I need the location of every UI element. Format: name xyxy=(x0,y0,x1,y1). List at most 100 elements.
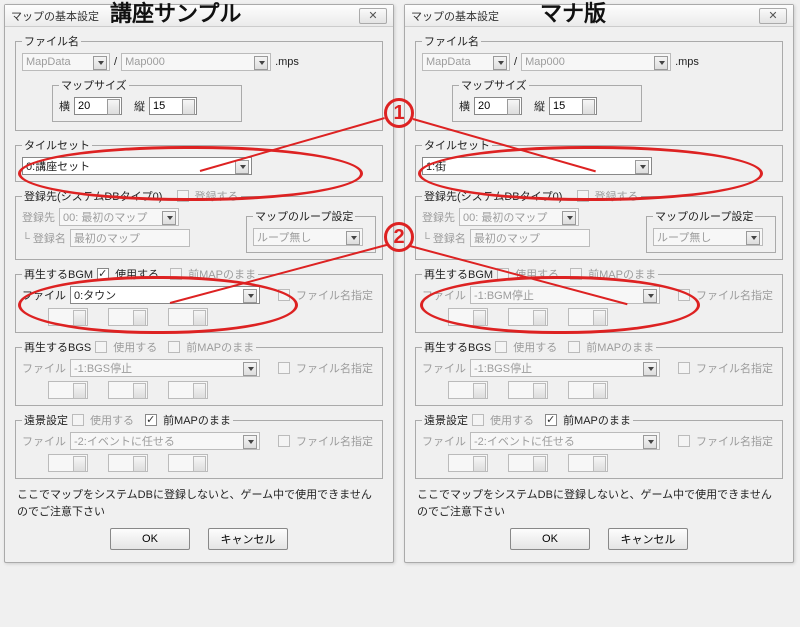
label-mapsize: マップサイズ xyxy=(459,77,529,93)
close-icon: ✕ xyxy=(368,9,377,22)
titlebar: マップの基本設定 ✕ xyxy=(405,5,793,27)
label-prev: 前MAPのまま xyxy=(588,266,656,282)
spin-bgm-2[interactable] xyxy=(508,308,548,326)
cancel-button[interactable]: キャンセル xyxy=(608,528,688,550)
label-file: ファイル xyxy=(22,287,66,303)
spin-width[interactable]: 20 xyxy=(474,97,522,115)
spin-bgm-3[interactable] xyxy=(568,308,608,326)
combo-tileset[interactable]: 0:講座セット xyxy=(22,157,252,175)
combo-loop[interactable]: ループ無し xyxy=(253,228,363,246)
group-register: 登録先(システムDBタイプ0) 登録する 登録先 00: 最初のマップ └ 登 xyxy=(415,188,783,260)
label-register-flag: 登録する xyxy=(195,188,239,204)
legend-bgs: 再生するBGS 使用する 前MAPのまま xyxy=(422,339,656,355)
spin-bgm-3[interactable] xyxy=(168,308,208,326)
combo-mapfile[interactable]: Map000 xyxy=(521,53,671,71)
group-filename: ファイル名 MapData / Map000 .mps マップサイズ 横 20 … xyxy=(415,33,783,131)
spin-bgs-2[interactable] xyxy=(108,381,148,399)
spin-bgm-1[interactable] xyxy=(48,308,88,326)
sep: / xyxy=(514,56,517,68)
combo-tileset[interactable]: 1:街 xyxy=(422,157,652,175)
spin-far-1[interactable] xyxy=(448,454,488,472)
combo-bgm-file[interactable]: -1:BGM停止 xyxy=(470,286,660,304)
spin-bgm-2[interactable] xyxy=(108,308,148,326)
spin-height[interactable]: 15 xyxy=(549,97,597,115)
check-bgm-use[interactable] xyxy=(97,268,109,280)
dialog-left: マップの基本設定 ✕ ファイル名 MapData / Map000 .mps マ… xyxy=(4,4,394,563)
combo-loop[interactable]: ループ無し xyxy=(653,228,763,246)
titlebar: マップの基本設定 ✕ xyxy=(5,5,393,27)
input-destname[interactable]: 最初のマップ xyxy=(70,229,190,247)
combo-bgs-file[interactable]: -1:BGS停止 xyxy=(70,359,260,377)
spin-bgs-2[interactable] xyxy=(508,381,548,399)
check-bgm-use[interactable] xyxy=(497,268,509,280)
check-far-use[interactable] xyxy=(72,414,84,426)
label-filename: ファイル名 xyxy=(22,33,81,49)
close-button[interactable]: ✕ xyxy=(359,8,387,24)
ok-button[interactable]: OK xyxy=(510,528,590,550)
check-far-use[interactable] xyxy=(472,414,484,426)
spin-far-3[interactable] xyxy=(168,454,208,472)
label-prev: 前MAPのまま xyxy=(188,266,256,282)
check-bgs-filespec[interactable] xyxy=(678,362,690,374)
spin-bgs-1[interactable] xyxy=(448,381,488,399)
check-bgs-prev[interactable] xyxy=(568,341,580,353)
legend-bgm: 再生するBGM 使用する 前MAPのまま xyxy=(22,266,258,282)
check-register[interactable] xyxy=(577,190,589,202)
spin-far-2[interactable] xyxy=(508,454,548,472)
check-bgs-use[interactable] xyxy=(95,341,107,353)
group-mapsize: マップサイズ 横 20 縦 15 xyxy=(52,77,242,122)
label-tileset: タイルセット xyxy=(22,137,92,153)
dialog-right: マップの基本設定 ✕ ファイル名 MapData / Map000 .mps マ… xyxy=(404,4,794,563)
combo-mapfile[interactable]: Map000 xyxy=(121,53,271,71)
check-bgm-filespec[interactable] xyxy=(678,289,690,301)
check-bgm-prev[interactable] xyxy=(170,268,182,280)
label-width: 横 xyxy=(59,98,70,114)
spin-far-3[interactable] xyxy=(568,454,608,472)
label-height: 縦 xyxy=(134,98,145,114)
label-loop: マップのループ設定 xyxy=(653,208,755,224)
label-destname: └ 登録名 xyxy=(22,230,66,246)
label-destname: └ 登録名 xyxy=(422,230,466,246)
check-bgm-filespec[interactable] xyxy=(278,289,290,301)
group-register: 登録先(システムDBタイプ0) 登録する 登録先 00: 最初のマップ └ 登 xyxy=(15,188,383,260)
check-bgm-prev[interactable] xyxy=(570,268,582,280)
check-far-filespec[interactable] xyxy=(678,435,690,447)
check-register[interactable] xyxy=(177,190,189,202)
spin-bgm-1[interactable] xyxy=(448,308,488,326)
label-bgs: 再生するBGS xyxy=(424,339,491,355)
group-filename: ファイル名 MapData / Map000 .mps マップサイズ 横 20 … xyxy=(15,33,383,131)
spin-bgs-3[interactable] xyxy=(568,381,608,399)
check-bgs-prev[interactable] xyxy=(168,341,180,353)
spin-height[interactable]: 15 xyxy=(149,97,197,115)
dialog-title: マップの基本設定 xyxy=(11,8,99,24)
combo-dest[interactable]: 00: 最初のマップ xyxy=(59,208,179,226)
spin-bgs-3[interactable] xyxy=(168,381,208,399)
label-far: 遠景設定 xyxy=(24,412,68,428)
combo-far-file[interactable]: -2:イベントに任せる xyxy=(470,432,660,450)
group-bgm: 再生するBGM 使用する 前MAPのまま ファイル 0:タウン ファイル名指定 xyxy=(15,266,383,333)
close-button[interactable]: ✕ xyxy=(759,8,787,24)
ok-button[interactable]: OK xyxy=(110,528,190,550)
cancel-button[interactable]: キャンセル xyxy=(208,528,288,550)
check-bgs-filespec[interactable] xyxy=(278,362,290,374)
spin-width[interactable]: 20 xyxy=(74,97,122,115)
input-destname[interactable]: 最初のマップ xyxy=(470,229,590,247)
combo-mapdata[interactable]: MapData xyxy=(22,53,110,71)
legend-bgm: 再生するBGM 使用する 前MAPのまま xyxy=(422,266,658,282)
combo-bgs-file[interactable]: -1:BGS停止 xyxy=(470,359,660,377)
combo-bgm-file[interactable]: 0:タウン xyxy=(70,286,260,304)
label-bgs-filespec: ファイル名指定 xyxy=(296,360,373,376)
check-far-prev[interactable] xyxy=(545,414,557,426)
note-text: ここでマップをシステムDBに登録しないと、ゲーム中で使用できませんのでご注意下さ… xyxy=(417,487,781,520)
combo-mapdata[interactable]: MapData xyxy=(422,53,510,71)
combo-dest[interactable]: 00: 最初のマップ xyxy=(459,208,579,226)
label-far: 遠景設定 xyxy=(424,412,468,428)
spin-bgs-1[interactable] xyxy=(48,381,88,399)
check-far-prev[interactable] xyxy=(145,414,157,426)
label-mapsize: マップサイズ xyxy=(59,77,129,93)
combo-far-file[interactable]: -2:イベントに任せる xyxy=(70,432,260,450)
check-bgs-use[interactable] xyxy=(495,341,507,353)
spin-far-1[interactable] xyxy=(48,454,88,472)
check-far-filespec[interactable] xyxy=(278,435,290,447)
spin-far-2[interactable] xyxy=(108,454,148,472)
